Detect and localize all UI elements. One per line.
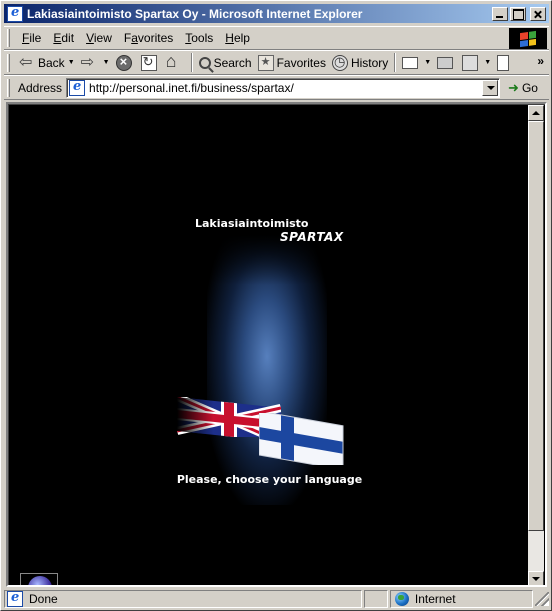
back-arrow-icon	[19, 52, 35, 72]
scroll-down-button[interactable]	[528, 571, 544, 585]
toolbar-separator	[190, 53, 193, 72]
home-icon	[166, 51, 182, 72]
menu-tools-rest: ools	[191, 31, 214, 45]
scroll-thumb[interactable]	[528, 121, 544, 531]
page-icon[interactable]	[69, 79, 86, 96]
addressbar-grip[interactable]	[7, 78, 10, 97]
discuss-button[interactable]	[494, 52, 515, 74]
menu-tools[interactable]: Tools	[179, 31, 219, 45]
back-label: Back	[38, 55, 65, 70]
status-text: Done	[29, 592, 58, 606]
search-button[interactable]: Search	[196, 52, 255, 74]
history-button[interactable]: History	[329, 52, 391, 74]
search-label: Search	[213, 55, 252, 70]
status-zone-pane[interactable]: Internet	[389, 590, 534, 608]
mail-button[interactable]: ▼	[399, 52, 434, 74]
go-button[interactable]: ➜ Go	[508, 80, 538, 96]
menu-favorites-key: a	[131, 31, 138, 45]
stop-button[interactable]	[113, 52, 138, 74]
toolbar-more-chevron-icon[interactable]: »	[537, 54, 544, 68]
resize-grip[interactable]	[535, 592, 549, 606]
maximize-button[interactable]	[510, 6, 526, 21]
history-icon	[331, 54, 348, 71]
forward-arrow-icon	[81, 52, 97, 72]
menu-edit[interactable]: Edit	[47, 31, 80, 45]
menu-help-rest: elp	[233, 31, 250, 45]
back-button[interactable]: Back ▼	[16, 52, 78, 74]
menu-help-key: H	[225, 31, 234, 45]
window-title: Lakiasiaintoimisto Spartax Oy - Microsof…	[27, 6, 363, 21]
menu-view-rest: iew	[93, 31, 112, 45]
status-main-pane: Done	[4, 590, 363, 608]
menu-edit-rest: dit	[61, 31, 75, 45]
menu-help[interactable]: Help	[219, 31, 256, 45]
refresh-button[interactable]	[138, 52, 163, 74]
edit-button[interactable]: ▼	[459, 52, 494, 74]
address-input[interactable]: http://personal.inet.fi/business/spartax…	[66, 77, 501, 98]
address-url[interactable]: http://personal.inet.fi/business/spartax…	[89, 81, 294, 95]
print-button[interactable]	[434, 52, 459, 74]
mail-dropdown-icon[interactable]: ▼	[424, 59, 431, 66]
toolbar-grip[interactable]	[7, 53, 10, 72]
globe-icon	[394, 592, 409, 606]
choose-language-text: Please, choose your language	[176, 473, 363, 486]
standard-toolbar: Back ▼ ▼ Search Favorites History	[4, 50, 549, 75]
browser-window: Lakiasiaintoimisto Spartax Oy - Microsof…	[0, 0, 552, 611]
stop-icon	[115, 54, 132, 71]
forward-button[interactable]: ▼	[78, 52, 113, 74]
windows-flag-icon	[520, 30, 536, 47]
go-arrow-icon: ➜	[508, 79, 519, 95]
go-label: Go	[521, 80, 538, 95]
page-status-icon	[7, 590, 23, 607]
brand-title: SPARTAX	[280, 230, 344, 244]
address-label: Address	[18, 80, 63, 95]
finnish-flag-link[interactable]	[259, 413, 347, 465]
refresh-icon	[140, 54, 157, 71]
brand-subtitle: Lakiasiaintoimisto	[195, 217, 309, 230]
favorites-label: Favorites	[276, 55, 326, 70]
menu-view-key: V	[86, 31, 94, 45]
discuss-icon	[497, 54, 510, 71]
menu-file-rest: ile	[29, 31, 42, 45]
favorites-button[interactable]: Favorites	[255, 52, 329, 74]
corner-logo-image[interactable]	[20, 573, 58, 585]
page-viewport: Lakiasiaintoimisto SPARTAX Please, choos…	[9, 105, 530, 585]
minimize-button[interactable]	[492, 6, 508, 21]
menu-favorites[interactable]: Favorites	[118, 31, 179, 45]
status-progress-pane	[364, 590, 388, 608]
menu-view[interactable]: View	[80, 31, 118, 45]
zone-text: Internet	[414, 592, 456, 606]
menubar-grip[interactable]	[7, 29, 10, 47]
ie-icon[interactable]	[7, 5, 23, 22]
edit-icon	[462, 54, 479, 71]
edit-dropdown-icon[interactable]: ▼	[484, 59, 491, 66]
scroll-up-button[interactable]	[528, 105, 544, 121]
menu-bar: File Edit View Favorites Tools Help	[4, 26, 549, 50]
forward-dropdown-icon[interactable]: ▼	[103, 59, 110, 66]
print-icon	[437, 56, 454, 69]
windows-logo-icon	[509, 28, 547, 49]
menu-favorites-rest: vorites	[137, 31, 174, 45]
home-button[interactable]	[163, 51, 188, 74]
back-dropdown-icon[interactable]: ▼	[68, 59, 75, 66]
title-bar: Lakiasiaintoimisto Spartax Oy - Microsof…	[4, 4, 549, 23]
vertical-scrollbar[interactable]	[528, 105, 544, 585]
close-button[interactable]	[530, 6, 546, 21]
favorites-icon	[257, 54, 274, 71]
address-bar: Address http://personal.inet.fi/business…	[4, 75, 549, 100]
toolbar-separator	[394, 53, 397, 72]
mail-icon	[402, 56, 419, 69]
address-dropdown-button[interactable]	[482, 79, 499, 96]
search-icon	[198, 56, 211, 69]
history-label: History	[350, 55, 389, 70]
content-frame: Lakiasiaintoimisto SPARTAX Please, choos…	[6, 102, 547, 587]
status-bar: Done Internet	[4, 589, 549, 609]
menu-file[interactable]: File	[16, 31, 47, 45]
